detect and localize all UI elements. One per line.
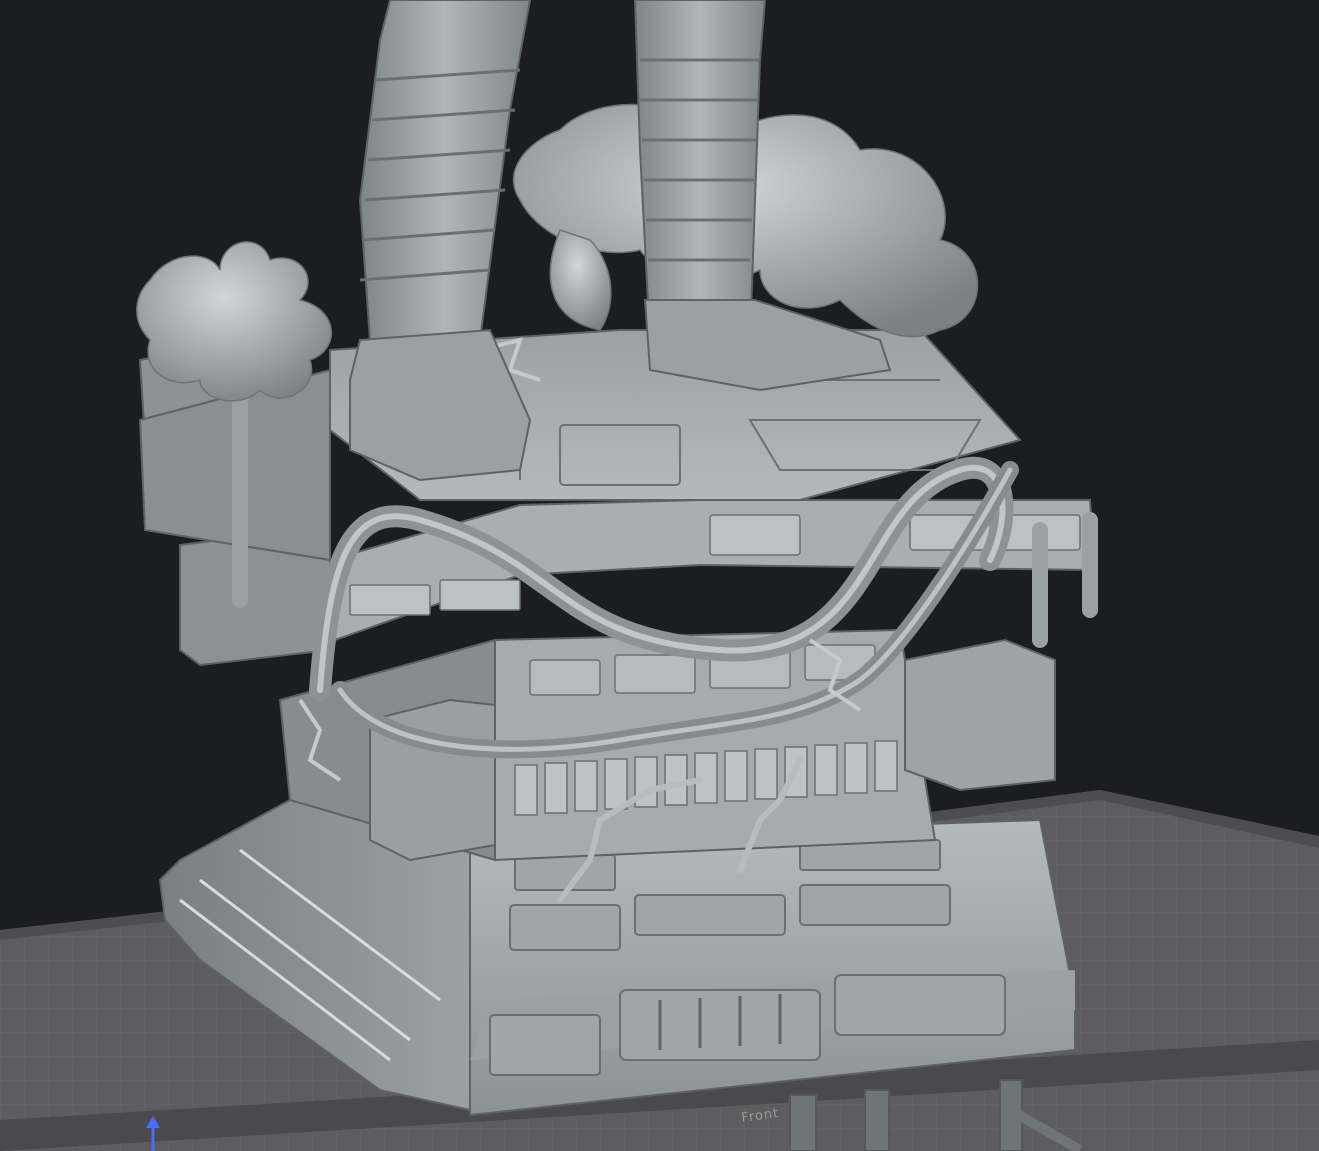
- plinth-panel: [619, 989, 821, 1061]
- support-pillar: [864, 1089, 890, 1151]
- 3d-viewport[interactable]: Front: [0, 0, 1319, 1151]
- right-boot: [643, 299, 892, 392]
- plinth-panel: [514, 854, 616, 891]
- right-leg: [633, 0, 767, 341]
- support-pillar: [789, 1094, 817, 1151]
- smoke-cloud-left: [136, 241, 333, 402]
- plinth-panel: [634, 894, 786, 936]
- side-box-right: [904, 638, 1056, 792]
- left-leg: [358, 0, 532, 341]
- plinth-panel: [799, 884, 951, 926]
- base-model[interactable]: [138, 329, 1098, 1117]
- scene[interactable]: Front: [0, 0, 1319, 1151]
- plinth-panel: [509, 904, 621, 951]
- plinth-panel: [834, 974, 1006, 1036]
- plinth-panel: [489, 1014, 601, 1076]
